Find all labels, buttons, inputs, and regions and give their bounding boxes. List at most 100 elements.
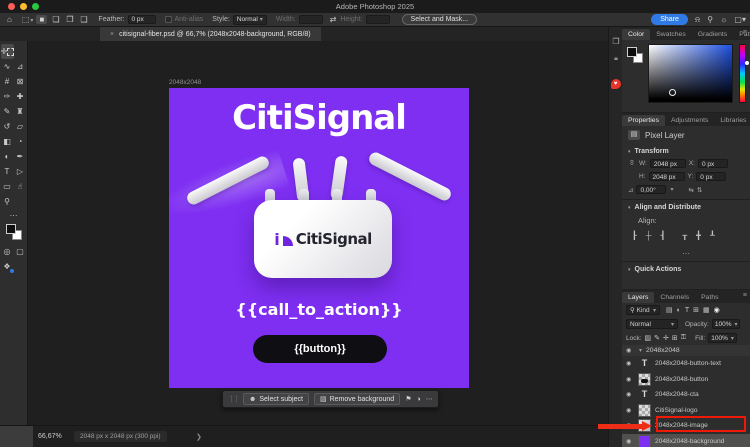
rectangle-tool[interactable]: ▭ [1,179,14,194]
lock-pixels-icon[interactable]: ✎ [654,334,660,342]
align-left-icon[interactable]: ┠ [632,231,637,240]
feedback-flag-icon[interactable]: ⚑ [405,395,411,403]
fill-input[interactable]: 100%▾ [708,333,737,343]
visibility-eye-icon[interactable]: ◉ [626,347,634,354]
tab-channels[interactable]: Channels [654,292,695,303]
visibility-eye-icon[interactable]: ◉ [626,376,634,383]
align-section-header[interactable]: ▾Align and Distribute [622,199,750,213]
link-dimensions-icon[interactable]: ⇄ [330,15,337,24]
pen-tool[interactable]: ✒ [14,149,27,164]
hue-slider[interactable] [739,44,746,103]
tab-color[interactable]: Color [622,29,650,40]
object-selection-tool[interactable]: ⊿ [14,59,27,74]
filter-toggle-icon[interactable]: ◉ [714,306,720,314]
move-tool[interactable]: ✛ [1,44,14,59]
tab-libraries[interactable]: Libraries [714,115,750,126]
height-value-input[interactable]: 2048 px [649,172,685,181]
align-top-icon[interactable]: ┰ [682,231,687,240]
visibility-eye-icon[interactable]: ◉ [626,360,634,367]
zoom-level-value[interactable]: 66,67% [38,433,62,440]
anti-alias-checkbox[interactable] [165,16,172,23]
lock-all-icon[interactable]: ⚿ [681,334,686,342]
lock-artboard-icon[interactable]: ⊞ [672,334,678,342]
lock-transparency-icon[interactable]: ▨ [645,334,652,342]
remove-background-button[interactable]: ▨ Remove background [314,393,400,405]
marquee-tool[interactable] [14,44,27,59]
tab-swatches[interactable]: Swatches [650,29,691,40]
layer-group-row[interactable]: ◉ ▾ 2048x2048 [622,345,750,356]
quick-actions-header[interactable]: ▾Quick Actions [622,261,750,275]
color-swatch-pair[interactable] [627,47,643,63]
align-center-horizontal-icon[interactable]: ┼ [646,231,652,240]
color-field-cursor[interactable] [669,89,676,96]
align-center-vertical-icon[interactable]: ╋ [696,231,701,240]
tab-layers[interactable]: Layers [622,292,654,303]
canvas-area[interactable]: 2048x2048 CitiSignal i CitiSignal {{call… [29,41,608,425]
tab-gradients[interactable]: Gradients [692,29,733,40]
crop-tool[interactable]: # [1,74,14,89]
document-tab[interactable]: × citisignal-fiber.psd @ 66,7% (2048x204… [100,27,321,41]
select-and-mask-button[interactable]: Select and Mask... [402,14,478,25]
clone-stamp-tool[interactable]: ♜ [14,104,27,119]
y-value-input[interactable]: 0 px [696,172,726,181]
adjustments-icon[interactable]: ◑ [416,396,420,403]
more-options-icon[interactable]: ⋯ [426,395,433,403]
group-expand-icon[interactable]: ▾ [639,347,642,354]
width-value-input[interactable]: 2048 px [650,159,686,168]
screen-mode-button[interactable]: ▢ [14,244,27,259]
layer-row-background-selected[interactable]: ◉ 2048x2048-background [622,434,750,447]
layer-row-cta[interactable]: ◉ T 2048x2048-cta [622,387,750,403]
status-chevron-icon[interactable]: ❯ [196,433,202,441]
color-field[interactable] [648,44,733,103]
discover-icon[interactable]: ☼ [720,15,727,24]
tab-properties[interactable]: Properties [622,115,665,126]
feather-input[interactable]: 0 px [128,15,156,24]
tab-patterns[interactable]: Patterns [733,29,750,40]
layer-filter-select[interactable]: ⚲ Kind ▾ [626,305,660,315]
angle-dropdown-icon[interactable]: ▾ [670,186,673,193]
lock-position-icon[interactable]: ✛ [663,334,669,342]
visibility-eye-icon[interactable]: ◉ [626,407,634,414]
align-right-icon[interactable]: ┨ [661,231,666,240]
layer-row-button-text[interactable]: ◉ T 2048x2048-button-text [622,356,750,372]
new-selection-mode-button[interactable]: ■ [36,15,47,24]
layer-row-button[interactable]: ◉ 2048x2048-button [622,372,750,388]
artboard-canvas[interactable]: CitiSignal i CitiSignal {{call_to_action… [169,88,469,388]
eyedropper-tool[interactable]: ✑ [1,89,14,104]
blur-tool[interactable]: ◔ [14,134,27,149]
foreground-color-swatch[interactable] [6,224,16,234]
align-bottom-icon[interactable]: ┸ [710,231,715,240]
marquee-tool-icon[interactable]: ⬚▾ [22,15,34,24]
subtract-selection-mode-button[interactable]: ❐ [64,15,75,24]
frame-tool[interactable]: ⊠ [14,74,27,89]
comments-panel-icon[interactable]: ❝ [609,56,623,65]
intersect-selection-mode-button[interactable]: ❑ [78,15,89,24]
opacity-input[interactable]: 100%▾ [712,319,741,329]
filter-type-layers-icon[interactable]: T [685,307,689,314]
blend-mode-select[interactable]: Normal▾ [626,319,678,329]
x-value-input[interactable]: 0 px [698,159,728,168]
taskbar-drag-handle[interactable]: ⋮⋮ [228,395,238,403]
panel-menu-icon[interactable]: ≡ [743,29,747,36]
flip-vertical-icon[interactable]: ⇅ [697,186,702,194]
foreground-background-swatches[interactable] [6,224,22,240]
notification-badge-icon[interactable]: ♥ [611,79,621,89]
link-wh-icon[interactable]: ∞ [628,160,637,168]
home-icon[interactable]: ⌂ [7,15,12,24]
lasso-tool[interactable]: ∿ [1,59,14,74]
height-input[interactable] [366,15,390,24]
sync-status-icon[interactable]: ❖ [1,259,14,274]
transform-section-header[interactable]: ▾Transform [622,144,750,157]
bell-icon[interactable]: ⍾ [695,15,700,25]
panel-more-icon[interactable]: ⋯ [622,246,750,261]
eraser-tool[interactable]: ▱ [14,119,27,134]
filter-adjustment-layers-icon[interactable]: ◐ [677,307,681,314]
healing-brush-tool[interactable]: ✚ [14,89,27,104]
quick-mask-button[interactable]: ◎ [1,244,14,259]
add-selection-mode-button[interactable]: ❏ [50,15,61,24]
visibility-eye-icon[interactable]: ◉ [626,438,634,445]
hand-tool[interactable]: ☝ [14,179,27,194]
brush-tool[interactable]: ✎ [1,104,14,119]
share-button[interactable]: Share [651,14,688,25]
rotation-angle-input[interactable]: 0,00° [636,185,666,194]
